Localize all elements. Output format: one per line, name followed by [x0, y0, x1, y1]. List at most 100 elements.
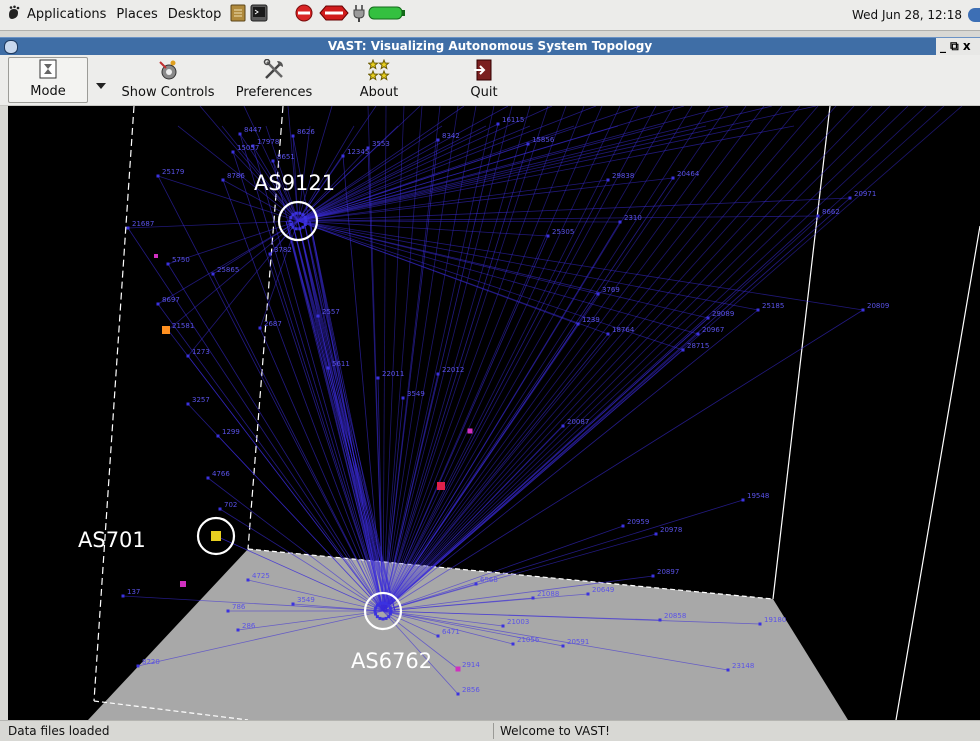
notes-icon[interactable] — [230, 4, 246, 26]
highlighted-as-node[interactable] — [180, 581, 186, 587]
quit-button[interactable]: Quit — [462, 57, 506, 103]
as-node[interactable] — [861, 308, 865, 312]
network-icon[interactable] — [968, 8, 980, 22]
as-node[interactable] — [621, 524, 625, 528]
topology-scene[interactable]: 8447 8626 1797815057 16115 8651 15856 35531234… — [8, 106, 980, 720]
as-node[interactable] — [618, 220, 622, 224]
as-node[interactable] — [298, 211, 302, 215]
mode-button[interactable]: Mode — [8, 57, 88, 103]
as-node[interactable] — [388, 612, 392, 616]
highlighted-as-node[interactable] — [467, 428, 473, 434]
highlighted-as-node[interactable] — [437, 482, 445, 490]
as-node[interactable] — [341, 154, 345, 158]
as-node[interactable] — [271, 159, 275, 163]
window-title-bar[interactable]: VAST: Visualizing Autonomous System Topo… — [0, 37, 980, 56]
as-node[interactable] — [186, 402, 190, 406]
as-node[interactable] — [681, 348, 685, 352]
places-menu[interactable]: Places — [111, 0, 162, 30]
no-entry-icon[interactable] — [294, 3, 314, 27]
as-node[interactable] — [294, 227, 298, 231]
as-node[interactable] — [531, 596, 535, 600]
as-node[interactable] — [561, 644, 565, 648]
as-node[interactable] — [218, 507, 222, 511]
as-node[interactable] — [375, 615, 379, 619]
as-node[interactable] — [121, 594, 125, 598]
as-node[interactable] — [238, 132, 242, 136]
as-node[interactable] — [671, 176, 675, 180]
window-menu-icon[interactable] — [4, 40, 18, 54]
as-node[interactable] — [756, 308, 760, 312]
window-controls[interactable]: _ ⧉ x — [936, 38, 980, 55]
show-controls-button[interactable]: Show Controls — [120, 57, 216, 103]
topology-viewport[interactable]: 8447 8626 17978 15057 16115 8651 15856 3553 1234… — [8, 106, 980, 720]
as-node[interactable] — [294, 211, 298, 215]
as-node[interactable] — [289, 222, 293, 226]
as-node[interactable] — [291, 602, 295, 606]
as-node[interactable] — [378, 616, 382, 620]
as-node[interactable] — [221, 178, 225, 182]
as-node[interactable] — [401, 396, 405, 400]
as-node[interactable] — [291, 213, 295, 217]
as-node[interactable] — [606, 178, 610, 182]
gnome-foot-icon[interactable] — [6, 5, 22, 25]
as-node[interactable] — [268, 252, 272, 256]
as-node[interactable] — [291, 134, 295, 138]
as-node[interactable] — [289, 216, 293, 220]
as-node[interactable] — [166, 262, 170, 266]
as-node[interactable] — [303, 216, 307, 220]
as-node[interactable] — [511, 642, 515, 646]
as-node[interactable] — [436, 138, 440, 142]
desktop-menu[interactable]: Desktop — [163, 0, 227, 30]
as-node[interactable] — [561, 424, 565, 428]
as-node[interactable] — [706, 316, 710, 320]
as-node[interactable] — [373, 609, 377, 613]
as-node[interactable] — [301, 213, 305, 217]
as-node[interactable] — [291, 225, 295, 229]
as-node[interactable] — [381, 617, 385, 621]
as-node[interactable] — [375, 603, 379, 607]
as-node[interactable] — [696, 332, 700, 336]
as-node[interactable] — [156, 302, 160, 306]
as-node[interactable] — [126, 226, 130, 230]
as-node[interactable] — [211, 272, 215, 276]
as-node[interactable] — [389, 609, 393, 613]
as-node[interactable] — [298, 227, 302, 231]
as-node[interactable] — [301, 225, 305, 229]
as-node[interactable] — [186, 354, 190, 358]
as-node[interactable] — [384, 602, 388, 606]
as-node[interactable] — [374, 612, 378, 616]
as-node[interactable] — [501, 624, 505, 628]
as-node[interactable] — [726, 668, 730, 672]
mode-dropdown-arrow-icon[interactable] — [96, 75, 106, 94]
as-node[interactable] — [258, 326, 262, 330]
as-node[interactable] — [586, 592, 590, 596]
as-node[interactable] — [236, 628, 240, 632]
as-node[interactable] — [596, 292, 600, 296]
as-node[interactable] — [226, 609, 230, 613]
as-node[interactable] — [651, 574, 655, 578]
as-node[interactable] — [526, 142, 530, 146]
clock[interactable]: Wed Jun 28, 12:18 — [852, 0, 962, 30]
as-node[interactable] — [456, 692, 460, 696]
about-button[interactable]: About — [350, 57, 408, 103]
as-node[interactable] — [326, 366, 330, 370]
applications-menu[interactable]: Applications — [22, 0, 111, 30]
as-node[interactable] — [231, 150, 235, 154]
as-node[interactable] — [316, 314, 320, 318]
as-node[interactable] — [387, 603, 391, 607]
as-node[interactable] — [576, 322, 580, 326]
as-node[interactable] — [136, 664, 140, 668]
as-node[interactable] — [606, 332, 610, 336]
as-node[interactable] — [288, 219, 292, 223]
as-node[interactable] — [436, 372, 440, 376]
highlighted-as-node[interactable] — [211, 531, 221, 541]
as-node[interactable] — [216, 434, 220, 438]
terminal-icon[interactable] — [250, 4, 268, 26]
as-node[interactable] — [384, 616, 388, 620]
as-node[interactable] — [758, 622, 762, 626]
as-node[interactable] — [816, 214, 820, 218]
as-node[interactable] — [658, 618, 662, 622]
power-plug-icon[interactable] — [352, 3, 366, 27]
as-node[interactable] — [376, 376, 380, 380]
as-node[interactable] — [496, 122, 500, 126]
